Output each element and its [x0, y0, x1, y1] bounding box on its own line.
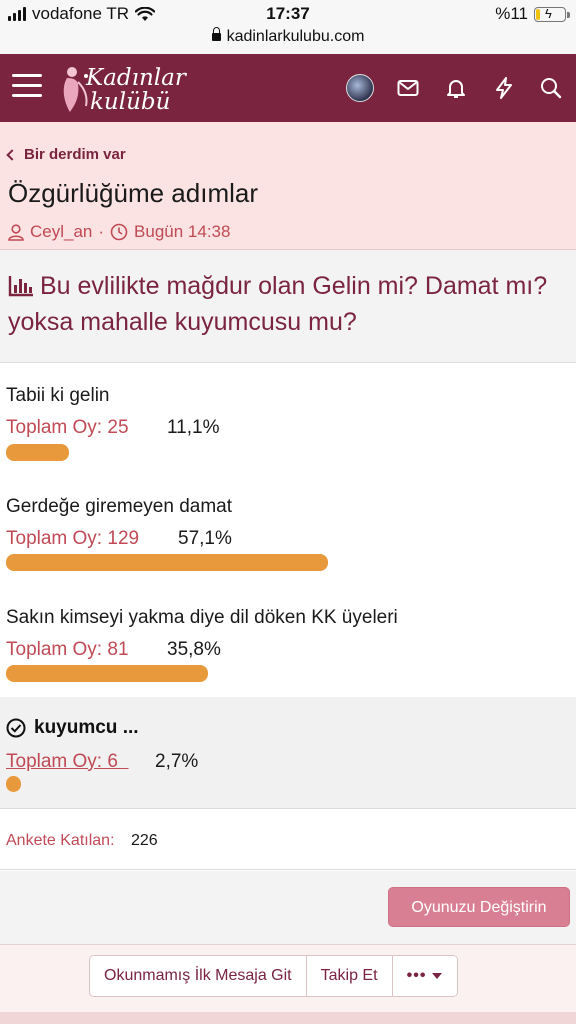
- participants-count: 226: [131, 832, 158, 849]
- page-footer-strip: [0, 1012, 576, 1024]
- poll-option-bar: [6, 776, 21, 792]
- lock-icon: [211, 27, 221, 41]
- poll-option: Tabii ki gelin Toplam Oy: 25 11,1%: [0, 363, 576, 474]
- battery-icon: ϟ: [534, 6, 570, 22]
- poll-option-voted: kuyumcu ... Toplam Oy: 6 2,7%: [0, 697, 576, 809]
- poll-option-percent: 35,8%: [167, 639, 221, 660]
- battery-percent: %11: [495, 4, 528, 23]
- poll-question: Bu evlilikte mağdur olan Gelin mi? Damat…: [0, 250, 576, 363]
- participants-label: Ankete Katılan:: [6, 832, 115, 849]
- button-group: Okunmamış İlk Mesaja Git Takip Et •••: [89, 955, 458, 997]
- bolt-icon[interactable]: [492, 76, 516, 100]
- poll-option-bar: [6, 444, 69, 461]
- poll-actions: Oyunuzu Değiştirin: [0, 871, 576, 945]
- menu-icon[interactable]: [12, 74, 42, 100]
- battery-info: %11 ϟ: [495, 4, 570, 24]
- poll-question-text: Bu evlilikte mağdur olan Gelin mi? Damat…: [8, 272, 548, 336]
- poll-option-label: Sakın kimseyi yakma diye dil döken KK üy…: [6, 607, 398, 628]
- poll-option-bar: [6, 665, 208, 682]
- follow-button[interactable]: Takip Et: [306, 956, 393, 996]
- change-vote-button[interactable]: Oyunuzu Değiştirin: [388, 887, 570, 927]
- poll-option-bar: [6, 554, 328, 571]
- chevron-left-icon: [6, 148, 18, 161]
- search-icon[interactable]: [539, 76, 563, 100]
- poll-option-percent: 57,1%: [178, 528, 232, 549]
- address-bar[interactable]: kadinlarkulubu.com: [0, 27, 576, 46]
- site-header: Kadınlar kulübü: [0, 54, 576, 122]
- more-button[interactable]: •••: [392, 956, 457, 996]
- voted-option-header: kuyumcu ...: [6, 717, 139, 739]
- poll-participants: Ankete Katılan: 226: [0, 810, 576, 870]
- status-bar: vodafone TR 17:37 %11 ϟ kadinlarkulubu.c…: [0, 0, 576, 54]
- bell-icon[interactable]: [444, 76, 468, 100]
- page-title: Özgürlüğüme adımlar: [8, 178, 258, 208]
- breadcrumb-label: Bir derdim var: [24, 146, 126, 163]
- logo-text: Kadınlar kulübü: [86, 65, 186, 115]
- breadcrumb[interactable]: Bir derdim var: [6, 146, 126, 163]
- clock: 17:37: [266, 4, 310, 23]
- poll-option-votes[interactable]: Toplam Oy: 6: [6, 751, 129, 773]
- poll-option-percent: 11,1%: [167, 417, 220, 438]
- clock-icon: [110, 223, 128, 241]
- poll-option-label: kuyumcu ...: [34, 717, 139, 738]
- chevron-down-icon: [432, 973, 443, 979]
- meta-separator: ·: [98, 222, 105, 241]
- site-logo[interactable]: Kadınlar kulübü: [58, 62, 208, 116]
- thread-time[interactable]: Bugün 14:38: [134, 222, 230, 242]
- poll-option-percent: 2,7%: [155, 751, 199, 772]
- more-dots-icon: •••: [406, 967, 427, 984]
- bar-chart-icon: [8, 276, 33, 297]
- url-text: kadinlarkulubu.com: [226, 28, 365, 45]
- poll-option: Sakın kimseyi yakma diye dil döken KK üy…: [0, 585, 576, 697]
- unread-button[interactable]: Okunmamış İlk Mesaja Git: [90, 956, 307, 996]
- user-icon: [8, 223, 24, 241]
- poll-option-votes[interactable]: Toplam Oy: 25: [6, 417, 129, 439]
- mail-icon[interactable]: [396, 76, 420, 100]
- poll-option: Gerdeğe giremeyen damat Toplam Oy: 129 5…: [0, 474, 576, 585]
- thread-header: Bir derdim var Özgürlüğüme adımlar Ceyl_…: [0, 122, 576, 250]
- poll-option-label: Gerdeğe giremeyen damat: [6, 496, 233, 517]
- poll-option-votes[interactable]: Toplam Oy: 129: [6, 528, 139, 550]
- check-circle-icon: [6, 718, 26, 738]
- thread-author[interactable]: Ceyl_an: [30, 222, 92, 242]
- thread-meta: Ceyl_an · Bugün 14:38: [8, 222, 230, 242]
- avatar[interactable]: [346, 74, 374, 102]
- poll-option-votes[interactable]: Toplam Oy: 81: [6, 639, 129, 661]
- poll-option-label: Tabii ki gelin: [6, 385, 110, 406]
